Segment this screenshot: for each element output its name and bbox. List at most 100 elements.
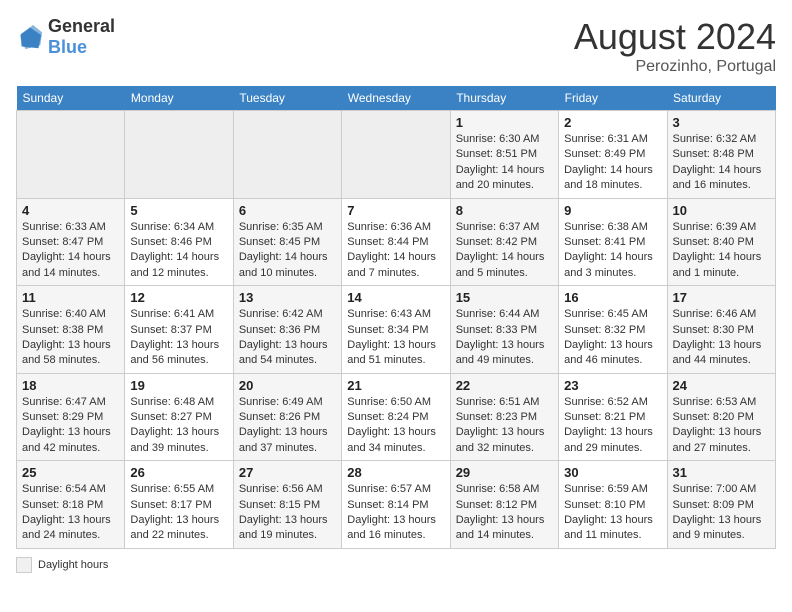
day-info: Sunrise: 6:33 AMSunset: 8:47 PMDaylight:… <box>22 220 119 282</box>
title-area: August 2024 Perozinho, Portugal <box>574 16 776 76</box>
day-number: 8 <box>456 203 553 218</box>
day-number: 23 <box>564 378 661 393</box>
legend-box <box>16 557 32 573</box>
day-number: 19 <box>130 378 227 393</box>
day-number: 28 <box>347 465 444 480</box>
day-number: 15 <box>456 290 553 305</box>
day-info: Sunrise: 6:51 AMSunset: 8:23 PMDaylight:… <box>456 395 553 457</box>
calendar-week-row: 1 Sunrise: 6:30 AMSunset: 8:51 PMDaylight… <box>17 111 776 199</box>
day-number: 1 <box>456 115 553 130</box>
day-number: 7 <box>347 203 444 218</box>
calendar-day-cell: 28 Sunrise: 6:57 AMSunset: 8:14 PMDayligh… <box>342 461 450 549</box>
calendar-day-cell: 19 Sunrise: 6:48 AMSunset: 8:27 PMDayligh… <box>125 373 233 461</box>
calendar-day-cell: 16 Sunrise: 6:45 AMSunset: 8:32 PMDayligh… <box>559 286 667 374</box>
day-of-week-header: Friday <box>559 86 667 111</box>
calendar-day-cell: 13 Sunrise: 6:42 AMSunset: 8:36 PMDayligh… <box>233 286 341 374</box>
day-info: Sunrise: 6:31 AMSunset: 8:49 PMDaylight:… <box>564 132 661 194</box>
calendar-day-cell: 3Sunrise: 6:32 AMSunset: 8:48 PMDaylight… <box>667 111 775 199</box>
calendar-day-cell: 29Sunrise: 6:58 AMSunset: 8:12 PMDayligh… <box>450 461 558 549</box>
day-number: 25 <box>22 465 119 480</box>
day-info: Sunrise: 6:34 AMSunset: 8:46 PMDaylight:… <box>130 220 227 282</box>
day-info: Sunrise: 6:39 AMSunset: 8:40 PMDaylight:… <box>673 220 770 282</box>
day-number: 20 <box>239 378 336 393</box>
calendar-day-cell: 24 Sunrise: 6:53 AMSunset: 8:20 PMDayligh… <box>667 373 775 461</box>
day-of-week-header: Thursday <box>450 86 558 111</box>
calendar-day-cell: 22 Sunrise: 6:51 AMSunset: 8:23 PMDayligh… <box>450 373 558 461</box>
calendar-day-cell: 25 Sunrise: 6:54 AMSunset: 8:18 PMDayligh… <box>17 461 125 549</box>
day-info: Sunrise: 6:50 AMSunset: 8:24 PMDaylight:… <box>347 395 444 457</box>
calendar-day-cell: 7 Sunrise: 6:36 AMSunset: 8:44 PMDaylight… <box>342 198 450 286</box>
day-number: 9 <box>564 203 661 218</box>
calendar-day-cell: 12Sunrise: 6:41 AMSunset: 8:37 PMDayligh… <box>125 286 233 374</box>
day-info: Sunrise: 6:55 AMSunset: 8:17 PMDaylight:… <box>130 482 227 544</box>
day-info: Sunrise: 7:00 AMSunset: 8:09 PMDaylight:… <box>673 482 770 544</box>
day-number: 13 <box>239 290 336 305</box>
day-info: Sunrise: 6:57 AMSunset: 8:14 PMDaylight:… <box>347 482 444 544</box>
day-info: Sunrise: 6:56 AMSunset: 8:15 PMDaylight:… <box>239 482 336 544</box>
day-of-week-header: Sunday <box>17 86 125 111</box>
day-info: Sunrise: 6:35 AMSunset: 8:45 PMDaylight:… <box>239 220 336 282</box>
calendar-day-cell: 21 Sunrise: 6:50 AMSunset: 8:24 PMDayligh… <box>342 373 450 461</box>
day-number: 30 <box>564 465 661 480</box>
calendar-day-cell: 9 Sunrise: 6:38 AMSunset: 8:41 PMDaylight… <box>559 198 667 286</box>
calendar-day-cell: 6Sunrise: 6:35 AMSunset: 8:45 PMDaylight… <box>233 198 341 286</box>
day-of-week-header: Tuesday <box>233 86 341 111</box>
day-of-week-header: Monday <box>125 86 233 111</box>
calendar-day-cell: 17Sunrise: 6:46 AMSunset: 8:30 PMDayligh… <box>667 286 775 374</box>
day-number: 12 <box>130 290 227 305</box>
calendar-day-cell: 11 Sunrise: 6:40 AMSunset: 8:38 PMDayligh… <box>17 286 125 374</box>
calendar-day-cell: 2 Sunrise: 6:31 AMSunset: 8:49 PMDaylight… <box>559 111 667 199</box>
calendar-day-cell: 27 Sunrise: 6:56 AMSunset: 8:15 PMDayligh… <box>233 461 341 549</box>
day-number: 16 <box>564 290 661 305</box>
calendar-day-cell: 23Sunrise: 6:52 AMSunset: 8:21 PMDayligh… <box>559 373 667 461</box>
day-info: Sunrise: 6:48 AMSunset: 8:27 PMDaylight:… <box>130 395 227 457</box>
day-number: 21 <box>347 378 444 393</box>
day-info: Sunrise: 6:49 AMSunset: 8:26 PMDaylight:… <box>239 395 336 457</box>
calendar-day-cell: 30Sunrise: 6:59 AMSunset: 8:10 PMDayligh… <box>559 461 667 549</box>
day-info: Sunrise: 6:36 AMSunset: 8:44 PMDaylight:… <box>347 220 444 282</box>
legend: Daylight hours <box>16 557 776 573</box>
calendar-week-row: 4Sunrise: 6:33 AMSunset: 8:47 PMDaylight… <box>17 198 776 286</box>
day-number: 2 <box>564 115 661 130</box>
day-number: 11 <box>22 290 119 305</box>
calendar-day-cell: 1 Sunrise: 6:30 AMSunset: 8:51 PMDaylight… <box>450 111 558 199</box>
logo-blue: Blue <box>48 37 87 57</box>
day-number: 24 <box>673 378 770 393</box>
logo: General Blue <box>16 16 115 58</box>
day-info: Sunrise: 6:44 AMSunset: 8:33 PMDaylight:… <box>456 307 553 369</box>
calendar-day-cell: 18Sunrise: 6:47 AMSunset: 8:29 PMDayligh… <box>17 373 125 461</box>
day-info: Sunrise: 6:30 AMSunset: 8:51 PMDaylight:… <box>456 132 553 194</box>
day-info: Sunrise: 6:40 AMSunset: 8:38 PMDaylight:… <box>22 307 119 369</box>
logo-general: General <box>48 16 115 36</box>
calendar-day-cell: 14Sunrise: 6:43 AMSunset: 8:34 PMDayligh… <box>342 286 450 374</box>
day-info: Sunrise: 6:37 AMSunset: 8:42 PMDaylight:… <box>456 220 553 282</box>
calendar-day-cell: 5 Sunrise: 6:34 AMSunset: 8:46 PMDaylight… <box>125 198 233 286</box>
day-info: Sunrise: 6:58 AMSunset: 8:12 PMDaylight:… <box>456 482 553 544</box>
day-of-week-header: Wednesday <box>342 86 450 111</box>
day-info: Sunrise: 6:53 AMSunset: 8:20 PMDaylight:… <box>673 395 770 457</box>
day-info: Sunrise: 6:43 AMSunset: 8:34 PMDaylight:… <box>347 307 444 369</box>
calendar-day-cell: 4Sunrise: 6:33 AMSunset: 8:47 PMDaylight… <box>17 198 125 286</box>
day-info: Sunrise: 6:38 AMSunset: 8:41 PMDaylight:… <box>564 220 661 282</box>
day-number: 31 <box>673 465 770 480</box>
header-row: SundayMondayTuesdayWednesdayThursdayFrid… <box>17 86 776 111</box>
calendar-day-cell: 20 Sunrise: 6:49 AMSunset: 8:26 PMDayligh… <box>233 373 341 461</box>
day-number: 5 <box>130 203 227 218</box>
calendar-day-cell <box>17 111 125 199</box>
calendar-day-cell: 8 Sunrise: 6:37 AMSunset: 8:42 PMDaylight… <box>450 198 558 286</box>
calendar-week-row: 11 Sunrise: 6:40 AMSunset: 8:38 PMDayligh… <box>17 286 776 374</box>
day-number: 10 <box>673 203 770 218</box>
day-number: 27 <box>239 465 336 480</box>
calendar-day-cell: 31 Sunrise: 7:00 AMSunset: 8:09 PMDayligh… <box>667 461 775 549</box>
logo-text: General Blue <box>48 16 115 58</box>
calendar-table: SundayMondayTuesdayWednesdayThursdayFrid… <box>16 86 776 549</box>
day-info: Sunrise: 6:45 AMSunset: 8:32 PMDaylight:… <box>564 307 661 369</box>
calendar-day-cell <box>342 111 450 199</box>
day-of-week-header: Saturday <box>667 86 775 111</box>
page-header: General Blue August 2024 Perozinho, Port… <box>16 16 776 76</box>
day-info: Sunrise: 6:54 AMSunset: 8:18 PMDaylight:… <box>22 482 119 544</box>
day-number: 22 <box>456 378 553 393</box>
day-info: Sunrise: 6:42 AMSunset: 8:36 PMDaylight:… <box>239 307 336 369</box>
calendar-week-row: 25 Sunrise: 6:54 AMSunset: 8:18 PMDayligh… <box>17 461 776 549</box>
calendar-day-cell <box>125 111 233 199</box>
